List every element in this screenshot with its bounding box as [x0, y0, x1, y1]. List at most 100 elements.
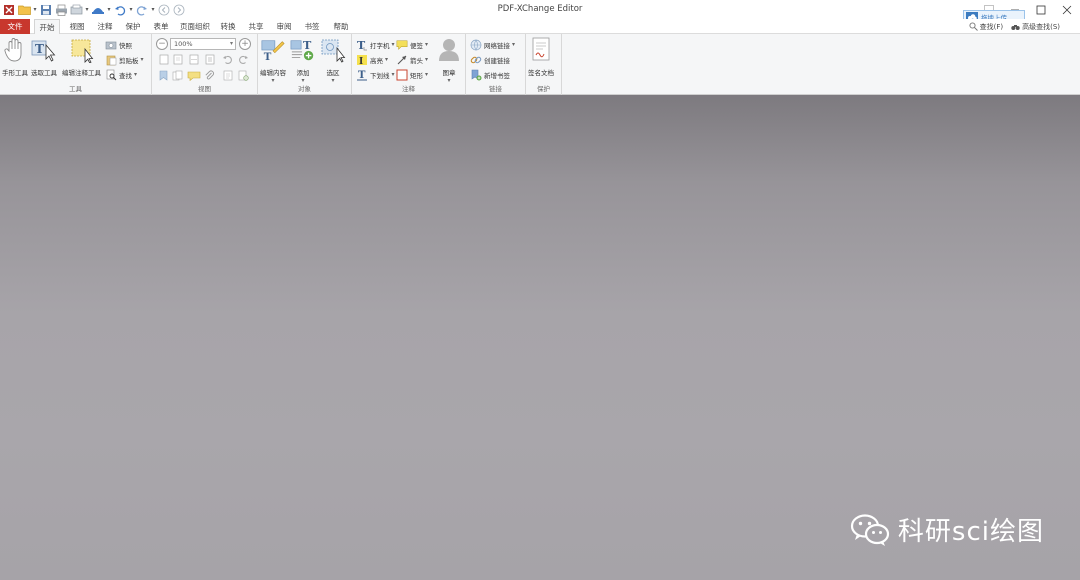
camera-icon: [105, 39, 117, 51]
underline-button[interactable]: T 下划线 ▾: [356, 68, 395, 81]
edit-content-button[interactable]: T 编辑内容 ▾: [260, 37, 286, 84]
snapshot-button[interactable]: 快照: [105, 38, 132, 51]
add-button[interactable]: T 添加 ▾: [290, 37, 316, 84]
signatures-panel-icon[interactable]: [238, 70, 249, 81]
find-tool-button[interactable]: 查找 ▾: [105, 68, 137, 81]
watermark: 科研sci绘图: [850, 511, 1044, 548]
highlight-icon: I: [356, 54, 368, 66]
highlight-button[interactable]: I 高亮 ▾: [356, 53, 388, 66]
watermark-text: 科研sci绘图: [897, 517, 1044, 547]
sign-document-icon: [528, 37, 554, 63]
rectangle-icon: [396, 69, 408, 81]
rotate-left-icon[interactable]: [222, 54, 233, 65]
rotate-right-icon[interactable]: [238, 54, 249, 65]
chevron-down-icon: ▾: [385, 56, 389, 63]
tab-file[interactable]: 文件: [0, 19, 30, 34]
view-group-label: 视图: [198, 85, 211, 93]
hand-tool-button[interactable]: 手形工具: [2, 37, 28, 77]
globe-link-icon: [470, 39, 482, 51]
underline-icon: T: [356, 69, 368, 81]
maximize-icon[interactable]: [1028, 0, 1054, 19]
tab-bookmarks[interactable]: 书签: [300, 19, 324, 34]
comment-group: T 打字机 ▾ 便签 ▾ I 高亮 ▾ 箭头 ▾ T 下划线 ▾ 矩形 ▾ 图章…: [352, 34, 466, 95]
actual-size-icon[interactable]: [158, 54, 169, 65]
clipboard-icon: [105, 54, 117, 66]
zoom-in-button[interactable]: +: [239, 38, 251, 50]
rectangle-button[interactable]: 矩形 ▾: [396, 68, 428, 81]
svg-text:T: T: [35, 42, 44, 56]
chevron-down-icon[interactable]: ▾: [230, 39, 233, 49]
link-icon: [470, 54, 482, 66]
bookmark-icon[interactable]: [158, 70, 169, 81]
tab-protect[interactable]: 保护: [120, 19, 146, 34]
tab-help[interactable]: 帮助: [328, 19, 354, 34]
fit-page-icon[interactable]: [172, 54, 183, 65]
edit-annotation-tool-button[interactable]: 编辑注释工具: [62, 37, 101, 77]
svg-text:I: I: [359, 57, 363, 66]
find-doc-icon: [105, 69, 117, 81]
chevron-down-icon: ▾: [391, 71, 395, 78]
select-area-button[interactable]: 选区 ▾: [320, 37, 346, 84]
document-area[interactable]: [0, 95, 1080, 580]
pages-icon[interactable]: [172, 70, 183, 81]
svg-text:T: T: [358, 70, 366, 81]
tab-review[interactable]: 审阅: [272, 19, 296, 34]
comment-list-icon[interactable]: [186, 70, 202, 81]
edit-annotation-icon: [69, 37, 95, 63]
tools-group: 手形工具 T 选取工具 编辑注释工具 快照 剪贴板 ▾ 查找 ▾ 工具: [0, 34, 152, 95]
select-tool-button[interactable]: T 选取工具: [31, 37, 57, 77]
links-group: 网络链接 ▾ 创建链接 新增书签 链接: [466, 34, 526, 95]
add-bookmark-button[interactable]: 新增书签: [470, 68, 510, 81]
binoculars-icon: [1011, 25, 1020, 30]
ribbon-tabs: 文件 开始 视图 注释 保护 表单 页面组织 转换 共享 审阅 书签 帮助: [0, 19, 1080, 35]
chevron-down-icon: ▾: [425, 56, 429, 63]
minus-icon: −: [158, 38, 166, 49]
select-area-icon: [320, 37, 346, 63]
tab-home[interactable]: 开始: [34, 19, 60, 35]
tab-share[interactable]: 共享: [244, 19, 268, 34]
fit-width-icon[interactable]: [188, 54, 199, 65]
zoom-input[interactable]: 100% ▾: [170, 38, 236, 50]
web-links-button[interactable]: 网络链接 ▾: [470, 38, 515, 51]
edit-content-icon: T: [260, 37, 286, 63]
tab-view[interactable]: 视图: [64, 19, 90, 34]
layers-icon[interactable]: [222, 70, 233, 81]
attachment-icon[interactable]: [204, 70, 215, 81]
typewriter-button[interactable]: T 打字机 ▾: [356, 38, 395, 51]
chevron-down-icon: ▾: [425, 71, 429, 78]
typewriter-icon: T: [356, 39, 368, 51]
find-label: 查找(F): [979, 22, 1004, 31]
objects-group-label: 对象: [298, 85, 311, 93]
close-icon[interactable]: [1054, 0, 1080, 19]
objects-group: T 编辑内容 ▾ T 添加 ▾ 选区 ▾ 对象: [258, 34, 352, 95]
fit-visible-icon[interactable]: [204, 54, 215, 65]
sticky-note-button[interactable]: 便签 ▾: [396, 38, 428, 51]
wechat-icon: [850, 513, 890, 546]
find-button[interactable]: 查找(F): [969, 22, 1004, 32]
protect-group-label: 保护: [537, 85, 550, 93]
advanced-search-button[interactable]: 高级查找(S): [1011, 22, 1060, 32]
chevron-down-icon: ▾: [512, 41, 516, 48]
hand-icon: [2, 37, 28, 63]
zoom-out-button[interactable]: −: [156, 38, 168, 50]
tab-form[interactable]: 表单: [148, 19, 174, 34]
add-bookmark-icon: [470, 69, 482, 81]
sign-document-button[interactable]: 签名文档: [528, 37, 554, 77]
tools-group-label: 工具: [69, 85, 82, 93]
chevron-down-icon: ▾: [391, 41, 395, 48]
chevron-down-icon: ▾: [425, 41, 429, 48]
chevron-down-icon: ▾: [134, 71, 138, 78]
create-link-button[interactable]: 创建链接: [470, 53, 510, 66]
arrow-button[interactable]: 箭头 ▾: [396, 53, 428, 66]
links-group-label: 链接: [489, 85, 502, 93]
svg-text:T: T: [303, 39, 312, 52]
add-objects-icon: T: [290, 37, 316, 63]
clipboard-button[interactable]: 剪贴板 ▾: [105, 53, 144, 66]
tab-convert[interactable]: 转换: [216, 19, 240, 34]
tab-comment[interactable]: 注释: [92, 19, 118, 34]
title-bar: ▾ ▾ ▾ ▾ ▾ PDF-XChange Editor: [0, 0, 1080, 19]
zoom-value: 100%: [174, 40, 193, 48]
tab-organize[interactable]: 页面组织: [176, 19, 214, 34]
svg-text:T: T: [357, 39, 366, 51]
stamp-button[interactable]: 图章 ▾: [436, 37, 462, 84]
